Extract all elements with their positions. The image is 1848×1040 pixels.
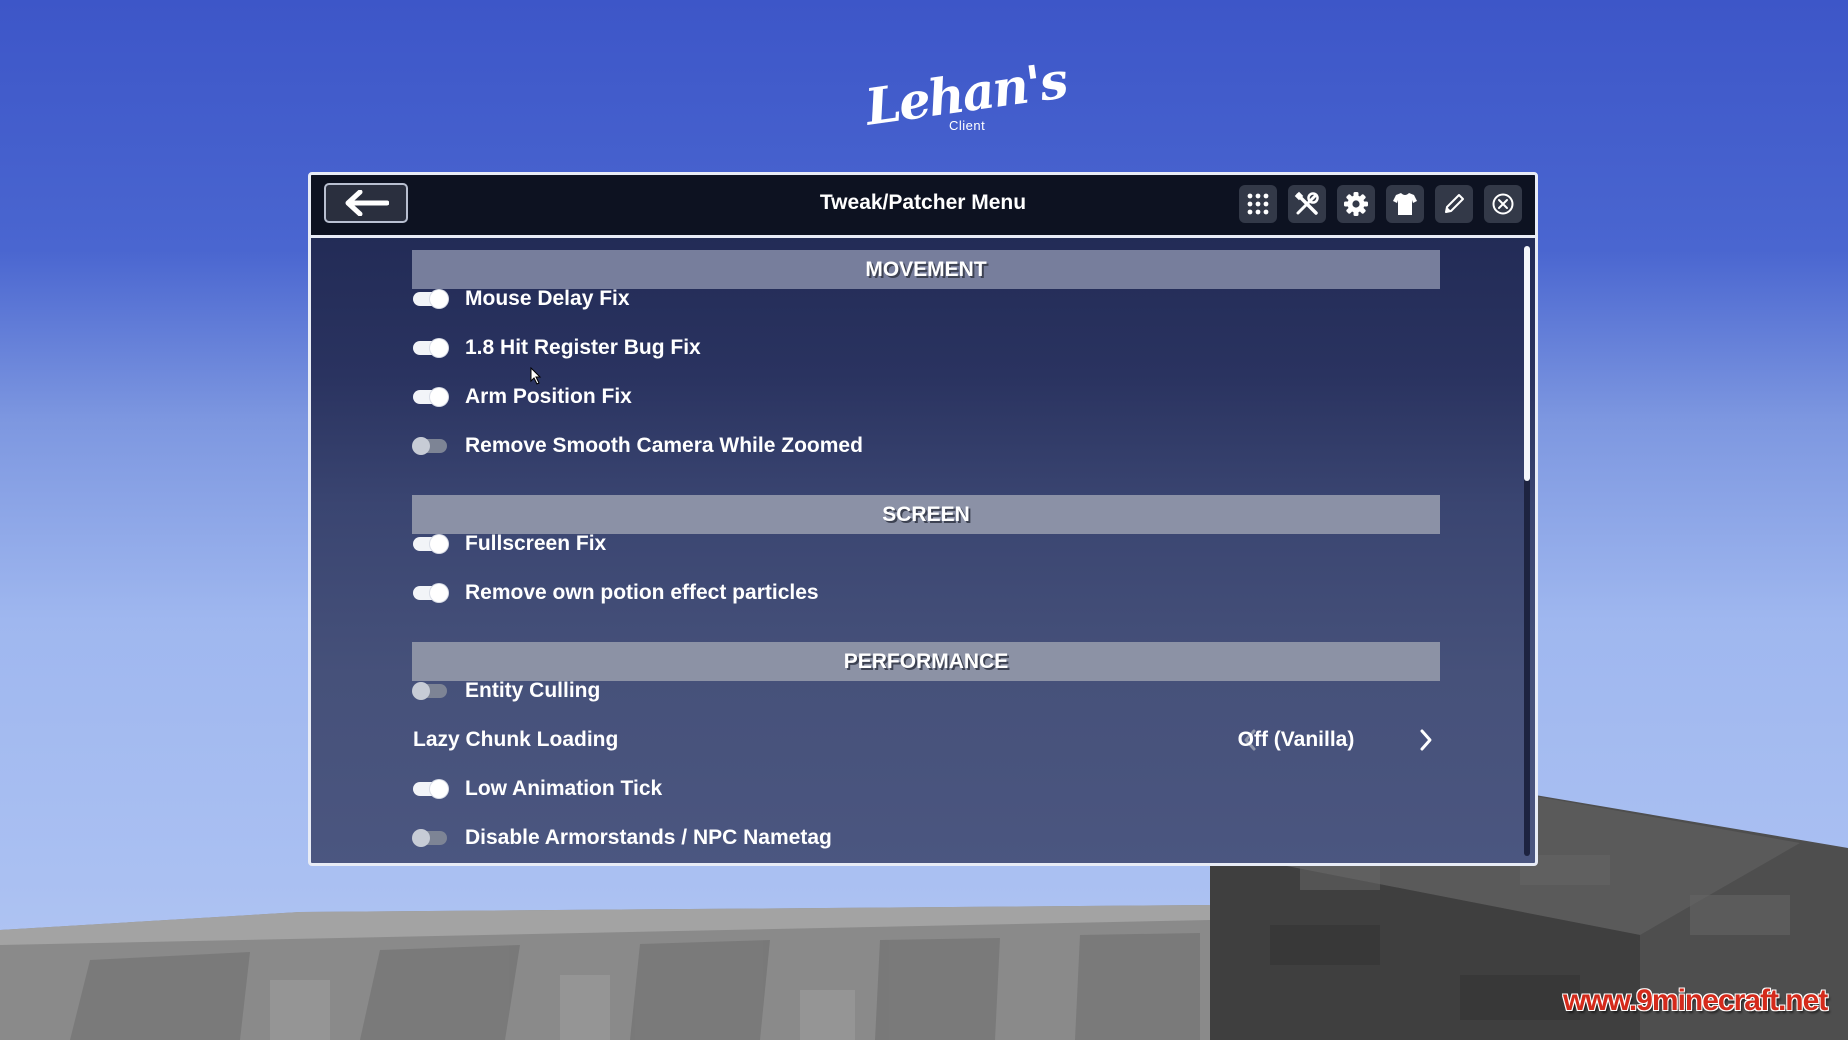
setting-remove-potion-particles[interactable]: Remove own potion effect particles: [413, 578, 819, 608]
setting-label: 1.8 Hit Register Bug Fix: [465, 336, 701, 359]
gear-icon: [1344, 192, 1368, 216]
setting-arm-position-fix[interactable]: Arm Position Fix: [413, 382, 632, 412]
settings-list: MOVEMENT Mouse Delay Fix 1.8 Hit Registe…: [311, 238, 1535, 863]
setting-label: Fullscreen Fix: [465, 532, 607, 555]
next-option-button[interactable]: [1413, 727, 1439, 753]
toggle-switch[interactable]: [413, 290, 448, 308]
setting-label: Disable Armorstands / NPC Nametag: [465, 826, 832, 849]
grid-icon: [1247, 193, 1269, 215]
close-circle-icon: [1492, 193, 1514, 215]
close-button[interactable]: [1484, 185, 1522, 223]
tools-icon: [1294, 191, 1319, 215]
setting-label: Low Animation Tick: [465, 777, 663, 800]
toggle-switch[interactable]: [412, 437, 447, 455]
toggle-switch[interactable]: [413, 388, 448, 406]
arrow-left-icon: [345, 190, 389, 216]
setting-mouse-delay-fix[interactable]: Mouse Delay Fix: [413, 284, 630, 314]
toggle-switch[interactable]: [413, 584, 448, 602]
mouse-cursor-icon: [530, 367, 542, 385]
toggle-switch[interactable]: [412, 682, 447, 700]
pencil-icon: [1445, 194, 1464, 213]
tweak-patcher-panel: Tweak/Patcher Menu MOVEMENT Mouse Delay …: [308, 172, 1538, 866]
tweaks-button[interactable]: [1288, 185, 1326, 223]
setting-fullscreen-fix[interactable]: Fullscreen Fix: [413, 529, 606, 559]
scrollbar-thumb[interactable]: [1524, 246, 1530, 481]
setting-label: Remove Smooth Camera While Zoomed: [465, 434, 863, 457]
setting-remove-smooth-camera[interactable]: Remove Smooth Camera While Zoomed: [412, 431, 863, 461]
modules-grid-button[interactable]: [1239, 185, 1277, 223]
setting-label: Arm Position Fix: [465, 385, 632, 408]
settings-button[interactable]: [1337, 185, 1375, 223]
setting-label: Entity Culling: [465, 679, 601, 702]
setting-low-animation-tick[interactable]: Low Animation Tick: [413, 774, 662, 804]
setting-entity-culling[interactable]: Entity Culling: [412, 676, 601, 706]
cosmetics-button[interactable]: [1386, 185, 1424, 223]
toggle-switch[interactable]: [412, 829, 447, 847]
setting-lazy-chunk-loading: Lazy Chunk Loading Off (Vanilla): [413, 725, 1513, 755]
watermark: www.9minecraft.net: [1563, 984, 1828, 1017]
setting-hit-register-bug-fix[interactable]: 1.8 Hit Register Bug Fix: [413, 333, 701, 363]
client-logo: Lehan's Client: [845, 50, 1070, 155]
chevron-right-icon: [1420, 729, 1432, 751]
toggle-switch[interactable]: [413, 780, 448, 798]
back-button[interactable]: [324, 183, 408, 223]
setting-disable-armorstands[interactable]: Disable Armorstands / NPC Nametag: [412, 823, 832, 853]
setting-label: Remove own potion effect particles: [465, 581, 819, 604]
panel-header: Tweak/Patcher Menu: [311, 175, 1535, 238]
toggle-switch[interactable]: [413, 339, 448, 357]
scrollbar[interactable]: [1524, 246, 1530, 856]
shirt-icon: [1393, 193, 1417, 215]
edit-hud-button[interactable]: [1435, 185, 1473, 223]
logo-sub: Client: [949, 118, 986, 133]
option-value: Off (Vanilla): [1237, 728, 1355, 751]
setting-label: Mouse Delay Fix: [465, 287, 630, 310]
toggle-switch[interactable]: [413, 535, 448, 553]
setting-label: Lazy Chunk Loading: [413, 728, 619, 751]
